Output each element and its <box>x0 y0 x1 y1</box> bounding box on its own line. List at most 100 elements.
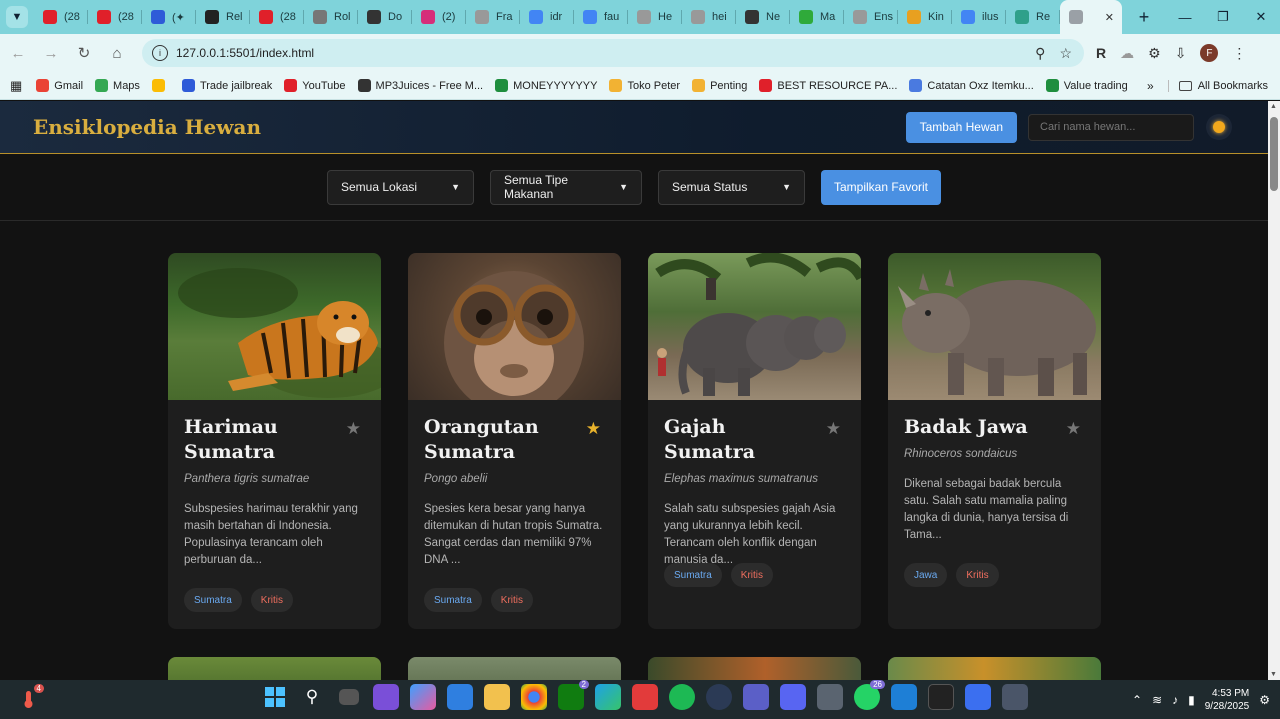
battery-icon[interactable]: ▮ <box>1188 693 1195 707</box>
wordpad-icon[interactable] <box>706 684 732 710</box>
menu-icon[interactable]: ⋮ <box>1232 45 1246 62</box>
scroll-down-icon[interactable]: ▼ <box>1270 671 1277 678</box>
show-favorites-button[interactable]: Tampilkan Favorit <box>820 169 942 205</box>
home-button[interactable]: ⌂ <box>102 45 132 62</box>
bookmark-star-icon[interactable]: ☆ <box>1059 45 1072 62</box>
search-icon[interactable]: ⚲ <box>299 684 325 710</box>
browser-tab[interactable]: Do <box>358 0 412 34</box>
browser-tab[interactable]: (✦ <box>142 0 196 34</box>
food-type-select[interactable]: Semua Tipe Makanan ▼ <box>489 169 642 205</box>
status-select[interactable]: Semua Status ▼ <box>657 169 805 205</box>
extension-r-icon[interactable]: R <box>1096 45 1106 61</box>
close-window-button[interactable]: ✕ <box>1242 9 1280 25</box>
vscode-icon[interactable] <box>891 684 917 710</box>
browser-tab[interactable]: fau <box>574 0 628 34</box>
discord-icon[interactable] <box>780 684 806 710</box>
reload-button[interactable]: ↻ <box>69 44 99 62</box>
bookmark-item[interactable]: MONEYYYYYYY <box>495 79 597 92</box>
calculator-icon[interactable] <box>817 684 843 710</box>
bookmark-item[interactable]: Trade jailbreak <box>181 79 272 92</box>
browser-tab[interactable]: (28 <box>250 0 304 34</box>
zoom-icon[interactable]: ⚲ <box>1035 45 1045 62</box>
browser-tab[interactable]: Fra <box>466 0 520 34</box>
animal-card[interactable] <box>168 657 381 680</box>
roblox-studio-icon[interactable] <box>965 684 991 710</box>
bookmark-item[interactable]: Value trading <box>1045 79 1128 92</box>
location-select[interactable]: Semua Lokasi ▼ <box>326 169 474 205</box>
add-animal-button[interactable]: Tambah Hewan <box>905 111 1017 143</box>
chrome-icon[interactable] <box>521 684 547 710</box>
browser-tab[interactable]: Rol <box>304 0 358 34</box>
restore-button[interactable]: ❐ <box>1204 9 1242 25</box>
tab-active[interactable]: ✕ <box>1060 0 1122 34</box>
download-icon[interactable]: ⇩ <box>1175 45 1187 62</box>
favorite-star-icon[interactable]: ★ <box>586 419 601 439</box>
copilot-icon[interactable] <box>410 684 436 710</box>
browser-tab[interactable]: (2) <box>412 0 466 34</box>
tray-overflow-icon[interactable]: ⌃ <box>1132 693 1142 707</box>
back-button[interactable]: ← <box>3 45 33 62</box>
favorite-star-icon[interactable]: ★ <box>826 419 841 439</box>
scroll-up-icon[interactable]: ▲ <box>1270 103 1277 110</box>
site-info-icon[interactable]: i <box>152 45 168 61</box>
animal-card[interactable] <box>408 657 621 680</box>
bookmark-item[interactable]: Gmail <box>36 79 83 92</box>
snipping-tool-icon[interactable] <box>1002 684 1028 710</box>
url-text[interactable]: 127.0.0.1:5501/index.html <box>176 46 314 60</box>
browser-tab[interactable]: Rel <box>196 0 250 34</box>
wps-icon[interactable] <box>632 684 658 710</box>
apps-grid-icon[interactable]: ▦ <box>10 78 22 94</box>
spotify-icon[interactable] <box>669 684 695 710</box>
browser-tab[interactable]: Ma <box>790 0 844 34</box>
browser-tab[interactable]: Kin <box>898 0 952 34</box>
favorite-star-icon[interactable]: ★ <box>346 419 361 439</box>
xbox-icon[interactable]: 2 <box>558 680 589 710</box>
browser-tab[interactable]: He <box>628 0 682 34</box>
all-bookmarks-button[interactable]: All Bookmarks <box>1167 79 1268 92</box>
tab-search-button[interactable]: ▼ <box>6 6 28 28</box>
bookmarks-overflow-icon[interactable]: » <box>1147 79 1154 93</box>
browser-tab[interactable]: ilus <box>952 0 1006 34</box>
terminal-icon[interactable] <box>928 684 954 710</box>
page-scrollbar[interactable]: ▲ ▼ <box>1268 101 1280 680</box>
bookmark-item[interactable]: Maps <box>95 79 140 92</box>
browser-tab[interactable]: hei <box>682 0 736 34</box>
browser-tab[interactable]: Re <box>1006 0 1060 34</box>
file-explorer-icon[interactable] <box>484 684 510 710</box>
forward-button[interactable]: → <box>36 45 66 62</box>
browser-tab[interactable]: Ens <box>844 0 898 34</box>
extension-cloud-icon[interactable]: ☁ <box>1120 45 1134 62</box>
bookmark-item[interactable] <box>151 79 170 92</box>
favorite-star-icon[interactable]: ★ <box>1066 419 1081 439</box>
profile-avatar[interactable]: F <box>1200 44 1219 62</box>
notification-icon[interactable]: ⚙ <box>1259 693 1270 707</box>
search-input[interactable]: Cari nama hewan... <box>1028 113 1194 141</box>
wifi-icon[interactable]: ≋ <box>1152 693 1162 707</box>
photos-app-icon[interactable] <box>373 684 399 710</box>
animal-card[interactable]: Harimau Sumatra Panthera tigris sumatrae… <box>168 253 381 629</box>
store-icon[interactable] <box>447 684 473 710</box>
site-title[interactable]: Ensiklopedia Hewan <box>33 115 261 139</box>
minimize-button[interactable]: — <box>1166 10 1204 25</box>
bookmark-item[interactable]: Penting <box>692 79 747 92</box>
scrollbar-thumb[interactable] <box>1270 117 1278 191</box>
browser-tab[interactable]: Ne <box>736 0 790 34</box>
extensions-puzzle-icon[interactable]: ⚙ <box>1148 45 1161 62</box>
animal-card[interactable] <box>888 657 1101 680</box>
bookmark-item[interactable]: Toko Peter <box>609 79 680 92</box>
close-tab-icon[interactable]: ✕ <box>1105 11 1114 24</box>
browser-tab[interactable]: idr <box>520 0 574 34</box>
new-tab-button[interactable]: + <box>1132 7 1156 28</box>
browser-tab[interactable]: (28 <box>34 0 88 34</box>
bookmark-item[interactable]: MP3Juices - Free M... <box>357 79 483 92</box>
animal-card[interactable]: Badak Jawa Rhinoceros sondaicus Dikenal … <box>888 253 1101 629</box>
theme-toggle-button[interactable] <box>1206 114 1232 140</box>
animal-card[interactable]: Orangutan Sumatra Pongo abelii Spesies k… <box>408 253 621 629</box>
weather-widget[interactable]: 4 <box>18 684 44 710</box>
bookmark-item[interactable]: BEST RESOURCE PA... <box>759 79 897 92</box>
volume-icon[interactable]: ♪ <box>1172 693 1178 707</box>
animal-card[interactable]: Gajah Sumatra Elephas maximus sumatranus… <box>648 253 861 629</box>
browser-tab[interactable]: (28 <box>88 0 142 34</box>
bookmark-item[interactable]: Catatan Oxz Itemku... <box>909 79 1034 92</box>
edge-icon[interactable] <box>595 684 621 710</box>
